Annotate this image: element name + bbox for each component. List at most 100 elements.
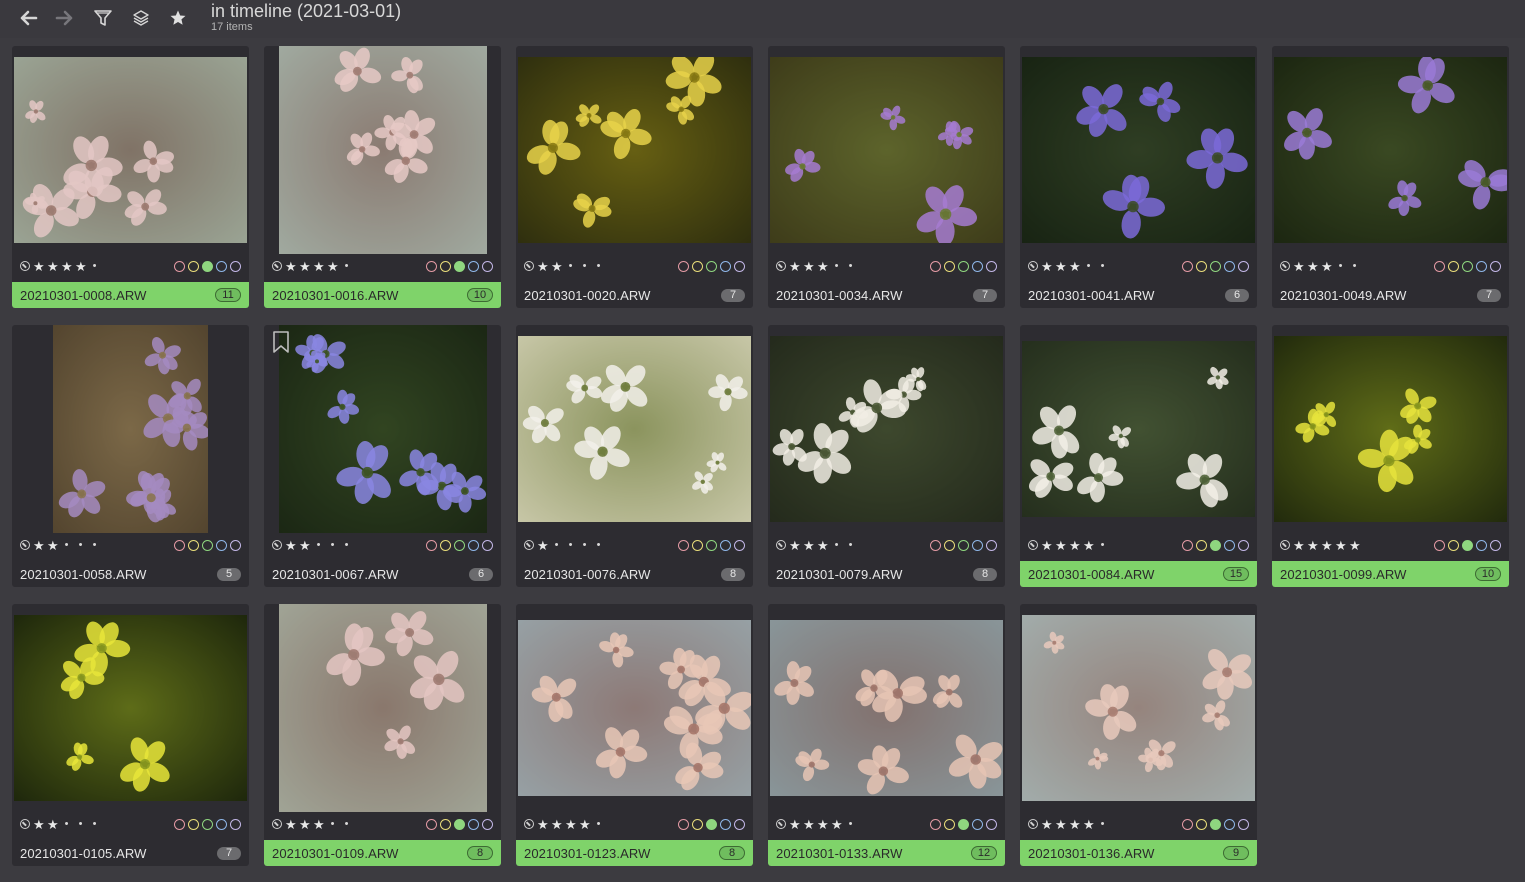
star-empty-icon[interactable]: • [1349, 260, 1360, 272]
photo-thumbnail[interactable] [1022, 57, 1255, 243]
color-label-purple-icon[interactable] [986, 539, 997, 551]
star-filled-icon[interactable]: ★ [33, 260, 45, 273]
color-label-yellow-icon[interactable] [944, 818, 955, 830]
version-count-badge[interactable]: 7 [721, 288, 745, 302]
color-label-blue-icon[interactable] [216, 818, 227, 830]
star-filled-icon[interactable]: ★ [61, 260, 73, 273]
star-rating[interactable]: ★ ★ ★ ★ ★ [1280, 539, 1361, 552]
version-count-badge[interactable]: 8 [467, 846, 493, 860]
color-label-blue-icon[interactable] [1476, 260, 1487, 272]
color-label-purple-icon[interactable] [1490, 539, 1501, 551]
color-label-yellow-icon[interactable] [692, 539, 703, 551]
star-empty-icon[interactable]: • [61, 539, 72, 551]
star-filled-icon[interactable]: ★ [299, 818, 311, 831]
reject-icon[interactable] [1280, 540, 1290, 550]
color-label-yellow-icon[interactable] [188, 260, 199, 272]
color-labels[interactable] [426, 260, 493, 272]
color-label-green-icon[interactable] [1210, 260, 1221, 272]
color-label-red-icon[interactable] [426, 818, 437, 830]
color-label-purple-icon[interactable] [986, 260, 997, 272]
star-empty-icon[interactable]: • [1097, 539, 1108, 551]
version-count-badge[interactable]: 9 [1223, 846, 1249, 860]
star-empty-icon[interactable]: • [579, 539, 590, 551]
reject-icon[interactable] [20, 540, 30, 550]
color-label-red-icon[interactable] [174, 818, 185, 830]
thumbnail-cell[interactable]: ★ ★ ★ ★ • 20210301-0016.ARW 10 [264, 46, 501, 308]
color-labels[interactable] [1182, 539, 1249, 551]
star-filled-icon[interactable]: ★ [537, 818, 549, 831]
color-label-blue-icon[interactable] [720, 818, 731, 830]
star-empty-icon[interactable]: • [89, 539, 100, 551]
reject-icon[interactable] [1028, 261, 1038, 271]
color-label-blue-icon[interactable] [216, 260, 227, 272]
star-rating[interactable]: ★ ★ • • • [20, 818, 100, 831]
star-filled-icon[interactable]: ★ [285, 818, 297, 831]
star-empty-icon[interactable]: • [565, 539, 576, 551]
color-labels[interactable] [678, 539, 745, 551]
color-label-yellow-icon[interactable] [1448, 260, 1459, 272]
filter-icon[interactable] [89, 5, 117, 31]
star-filled-icon[interactable]: ★ [327, 260, 339, 273]
color-labels[interactable] [1434, 260, 1501, 272]
color-label-yellow-icon[interactable] [1196, 818, 1207, 830]
color-label-purple-icon[interactable] [1490, 260, 1501, 272]
back-icon[interactable] [15, 5, 43, 31]
color-label-blue-icon[interactable] [1224, 539, 1235, 551]
color-label-purple-icon[interactable] [482, 539, 493, 551]
reject-icon[interactable] [1028, 819, 1038, 829]
color-label-purple-icon[interactable] [986, 818, 997, 830]
photo-thumbnail[interactable] [14, 57, 247, 243]
color-label-yellow-icon[interactable] [1196, 539, 1207, 551]
color-label-blue-icon[interactable] [1224, 818, 1235, 830]
star-rating[interactable]: ★ ★ ★ • • [1280, 260, 1360, 273]
version-count-badge[interactable]: 8 [973, 567, 997, 581]
thumbnail-cell[interactable]: ★ ★ ★ • • 20210301-0109.ARW 8 [264, 604, 501, 866]
star-filled-icon[interactable]: ★ [1321, 260, 1333, 273]
photo-thumbnail[interactable] [1022, 615, 1255, 801]
color-label-purple-icon[interactable] [482, 818, 493, 830]
star-icon[interactable] [164, 5, 192, 31]
star-filled-icon[interactable]: ★ [313, 818, 325, 831]
photo-thumbnail[interactable] [518, 620, 751, 796]
color-labels[interactable] [426, 818, 493, 830]
thumbnail-cell[interactable]: ★ ★ ★ • • 20210301-0049.ARW 7 [1272, 46, 1509, 308]
filename-bar[interactable]: 20210301-0008.ARW 11 [12, 282, 249, 308]
star-rating[interactable]: ★ ★ ★ ★ • [524, 818, 604, 831]
star-rating[interactable]: ★ ★ • • • [272, 539, 352, 552]
star-rating[interactable]: ★ ★ • • • [20, 539, 100, 552]
color-label-green-icon[interactable] [1210, 539, 1221, 551]
color-label-green-icon[interactable] [202, 260, 213, 272]
thumbnail-cell[interactable]: ★ ★ ★ ★ • 20210301-0123.ARW 8 [516, 604, 753, 866]
color-label-blue-icon[interactable] [468, 539, 479, 551]
star-filled-icon[interactable]: ★ [75, 260, 87, 273]
star-rating[interactable]: ★ ★ ★ • • [776, 539, 856, 552]
filename-bar[interactable]: 20210301-0067.ARW 6 [264, 561, 501, 587]
color-label-red-icon[interactable] [678, 818, 689, 830]
thumbnail-cell[interactable]: ★ ★ ★ ★ • 20210301-0008.ARW 11 [12, 46, 249, 308]
thumbnail-cell[interactable]: ★ • • • • 20210301-0076.ARW 8 [516, 325, 753, 587]
color-label-yellow-icon[interactable] [188, 818, 199, 830]
color-label-green-icon[interactable] [958, 539, 969, 551]
filename-bar[interactable]: 20210301-0099.ARW 10 [1272, 561, 1509, 587]
star-filled-icon[interactable]: ★ [1041, 818, 1053, 831]
color-label-green-icon[interactable] [1210, 818, 1221, 830]
thumbnail-cell[interactable]: ★ ★ ★ ★ • 20210301-0133.ARW 12 [768, 604, 1005, 866]
star-filled-icon[interactable]: ★ [47, 818, 59, 831]
color-label-red-icon[interactable] [1182, 818, 1193, 830]
star-empty-icon[interactable]: • [327, 818, 338, 830]
color-label-green-icon[interactable] [202, 539, 213, 551]
star-empty-icon[interactable]: • [845, 260, 856, 272]
star-rating[interactable]: ★ ★ • • • [524, 260, 604, 273]
color-label-yellow-icon[interactable] [1448, 539, 1459, 551]
star-rating[interactable]: ★ ★ ★ ★ • [1028, 539, 1108, 552]
star-filled-icon[interactable]: ★ [1321, 539, 1333, 552]
photo-thumbnail[interactable] [278, 46, 487, 254]
thumbnail-cell[interactable]: ★ ★ • • • 20210301-0058.ARW 5 [12, 325, 249, 587]
color-label-blue-icon[interactable] [468, 818, 479, 830]
star-rating[interactable]: ★ ★ ★ • • [776, 260, 856, 273]
photo-thumbnail[interactable] [278, 604, 487, 812]
color-label-red-icon[interactable] [174, 539, 185, 551]
color-label-blue-icon[interactable] [720, 260, 731, 272]
color-label-purple-icon[interactable] [734, 539, 745, 551]
star-filled-icon[interactable]: ★ [817, 539, 829, 552]
